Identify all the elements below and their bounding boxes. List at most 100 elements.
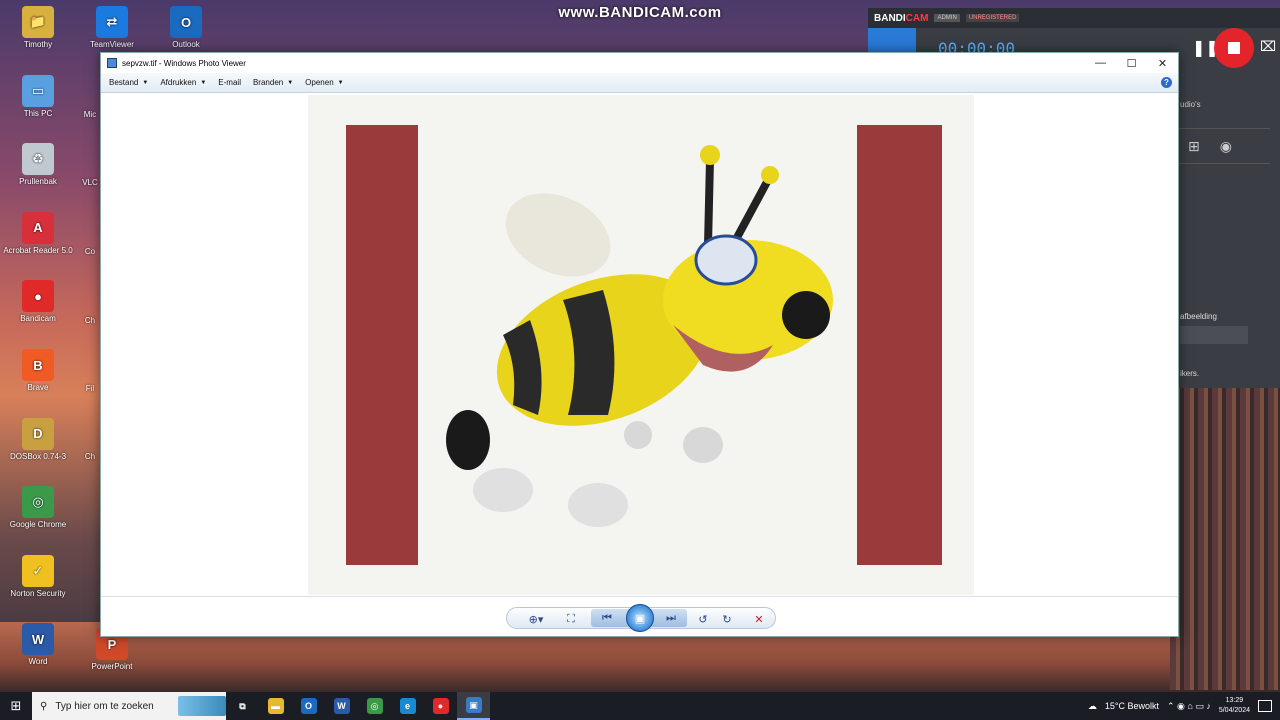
desktop-icon[interactable]: ◎ Google Chrome: [0, 486, 76, 529]
photo-viewer-window: sepvzw.tif - Windows Photo Viewer — ☐ ✕ …: [100, 52, 1179, 637]
weather-icon[interactable]: ☁: [1088, 701, 1097, 712]
bee-illustration: [446, 145, 833, 527]
task-view-icon: ⧉: [239, 700, 246, 711]
bandicam-field[interactable]: [1180, 326, 1248, 344]
minimize-button[interactable]: —: [1085, 53, 1116, 73]
computer-icon: ▭: [22, 74, 54, 107]
tray-icons[interactable]: ⌃ ◉ ⌂ ▭ ♪: [1167, 701, 1211, 712]
outlook-icon: O: [300, 698, 317, 714]
taskbar-app[interactable]: ▣: [457, 692, 490, 720]
image-canvas: [101, 93, 1178, 598]
edge-icon: e: [399, 698, 416, 714]
menu-label: E-mail: [218, 78, 241, 87]
bandicam-text-studios: udio's: [1180, 100, 1201, 109]
help-icon[interactable]: ?: [1161, 77, 1172, 88]
chrome-icon: ◎: [366, 698, 383, 714]
photo-viewer-icon: [107, 58, 117, 68]
taskbar-app[interactable]: e: [391, 692, 424, 720]
close-button[interactable]: ✕: [1147, 53, 1178, 73]
desktop-icon[interactable]: O Outlook: [148, 6, 224, 49]
bandicam-mode-icons: ⊞ ◉: [1178, 128, 1270, 164]
bee-antenna-tip-right: [761, 166, 779, 184]
desktop-icon[interactable]: ✓ Norton Security: [0, 554, 76, 598]
bandicam-icon: ●: [432, 698, 449, 714]
bee-wing: [505, 193, 611, 277]
taskbar-app[interactable]: ◎: [358, 692, 391, 720]
clock[interactable]: 13:29 5/04/2024: [1219, 696, 1250, 716]
bee-antenna-left: [704, 159, 714, 246]
bee-nose: [782, 291, 830, 339]
recycle-bin-icon: ♻: [22, 143, 54, 176]
rotate-left-icon[interactable]: ↺: [695, 611, 711, 627]
taskbar-app[interactable]: O: [292, 692, 325, 720]
menu-openen[interactable]: Openen ▼: [301, 78, 351, 87]
toolbar-controls: ⊕▾ ⛶ ⏮ ⏭ ▣ ↺ ↻ ✕: [506, 604, 776, 632]
previous-icon[interactable]: ⏮: [599, 610, 615, 626]
bee-glove-3: [683, 427, 723, 463]
camera-icon[interactable]: ⌧: [1260, 38, 1276, 55]
menu-label: Branden: [252, 78, 284, 87]
word-icon: W: [333, 698, 350, 714]
bee-tail: [446, 410, 490, 470]
taskbar-app[interactable]: ▬: [259, 692, 292, 720]
unregistered-badge[interactable]: UNREGISTERED: [965, 14, 1020, 22]
microphone-icon[interactable]: ◉: [1220, 138, 1232, 155]
desktop-icon[interactable]: 📁 Timothy: [0, 6, 76, 49]
bandicam-header: BANDICAM ADMIN UNREGISTERED: [868, 8, 1280, 28]
desktop-icon[interactable]: ⇄ TeamViewer: [74, 6, 150, 49]
notifications-icon[interactable]: [1258, 700, 1272, 712]
bandicam-text-afbeelding: afbeelding: [1180, 312, 1217, 321]
bee-eye: [694, 234, 758, 286]
teamviewer-icon: ⇄: [96, 6, 128, 38]
desktop-icon[interactable]: W Word: [0, 623, 76, 666]
menu-bestand[interactable]: Bestand ▼: [105, 78, 156, 87]
desktop-icon-label: Timothy: [23, 40, 53, 49]
menu-bar: Bestand ▼ Afdrukken ▼ E-mail Branden ▼ Openen ▼?: [101, 73, 1178, 93]
clock-date: 5/04/2024: [1218, 707, 1250, 714]
chevron-down-icon: ▼: [200, 79, 207, 86]
taskbar-app[interactable]: ●: [424, 692, 457, 720]
record-stop-button[interactable]: [1214, 28, 1254, 68]
title-bar: sepvzw.tif - Windows Photo Viewer — ☐ ✕: [101, 53, 1178, 73]
window-title: sepvzw.tif - Windows Photo Viewer: [122, 58, 246, 68]
taskbar-app[interactable]: ⧉: [226, 692, 259, 720]
menu-label: Openen: [305, 78, 334, 87]
actual-size-icon[interactable]: ⛶: [563, 611, 579, 627]
next-icon[interactable]: ⏭: [663, 610, 679, 626]
user-folder-icon: 📁: [22, 6, 54, 38]
desktop-icon-label: PowerPoint: [91, 662, 133, 671]
file-explorer-icon: ▬: [267, 698, 284, 714]
menu-label: Afdrukken: [160, 78, 197, 87]
gamepad-icon[interactable]: ⊞: [1188, 138, 1200, 155]
chrome-icon: ◎: [22, 486, 54, 519]
search-icon: ⚲: [40, 700, 48, 712]
delete-icon[interactable]: ✕: [751, 611, 767, 627]
weather-text[interactable]: 15°C Bewolkt: [1105, 701, 1159, 711]
menu-label: Bestand: [109, 78, 139, 87]
desktop-icon-label: Google Chrome: [9, 520, 67, 530]
outlook-icon: O: [170, 6, 202, 38]
dosbox-icon: D: [22, 417, 54, 450]
menu-branden[interactable]: Branden ▼: [249, 78, 301, 87]
zoom-icon[interactable]: ⊕▾: [525, 611, 547, 627]
maximize-button[interactable]: ☐: [1116, 53, 1147, 73]
viewer-toolbar: ⊕▾ ⛶ ⏮ ⏭ ▣ ↺ ↻ ✕: [101, 596, 1178, 636]
bee-antenna-right: [729, 178, 772, 247]
search-highlight-image: [178, 696, 226, 716]
bee-antenna-tip-left: [700, 145, 720, 165]
photo-viewer-icon: ▣: [465, 697, 482, 713]
slideshow-icon: ▣: [634, 612, 646, 625]
menu-afdrukken[interactable]: Afdrukken ▼: [156, 78, 214, 87]
windows-start-icon[interactable]: ⊞: [0, 692, 32, 720]
admin-badge: ADMIN: [934, 14, 960, 22]
taskbar-app[interactable]: W: [325, 692, 358, 720]
taskbar-search[interactable]: ⚲ Typ hier om te zoeken: [32, 692, 226, 720]
rotate-right-icon[interactable]: ↻: [719, 611, 735, 627]
slideshow-button[interactable]: ▣: [626, 604, 654, 632]
menu-email[interactable]: E-mail: [214, 78, 249, 87]
stop-icon: [1228, 42, 1240, 54]
brave-icon: B: [22, 349, 54, 381]
bee-glove-2: [568, 483, 628, 527]
desktop-icon-label: Outlook: [172, 40, 200, 49]
taskbar-apps: ⧉ ▬ O W ◎ e ● ▣: [226, 692, 490, 720]
